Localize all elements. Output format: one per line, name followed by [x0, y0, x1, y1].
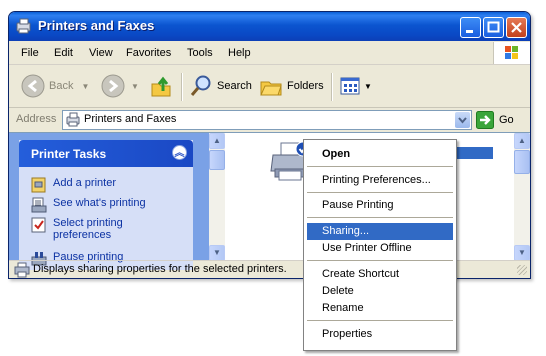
- maximize-button[interactable]: [483, 17, 504, 38]
- content-scrollbar[interactable]: ▲ ▼: [514, 133, 530, 261]
- folders-label: Folders: [287, 80, 324, 92]
- collapse-chevron-icon[interactable]: ︽: [172, 145, 187, 160]
- scroll-thumb[interactable]: [209, 150, 225, 170]
- task-add-printer[interactable]: Add a printer: [31, 177, 116, 193]
- up-folder-button[interactable]: [149, 73, 173, 99]
- task-pane: Printer Tasks ︽ Add a printer See what's…: [9, 133, 209, 270]
- menu-pause-printing[interactable]: Pause Printing: [307, 197, 453, 214]
- toolbar-separator: [331, 73, 333, 101]
- address-bar: Address Printers and Faxes Go: [9, 108, 530, 132]
- menu-create-shortcut[interactable]: Create Shortcut: [307, 266, 453, 283]
- menu-bar: File Edit View Favorites Tools Help: [9, 42, 530, 65]
- menu-sharing[interactable]: Sharing...: [307, 223, 453, 240]
- go-label: Go: [499, 114, 514, 126]
- context-menu: Open Printing Preferences... Pause Print…: [303, 139, 457, 351]
- search-icon: [190, 75, 211, 96]
- search-button[interactable]: Search: [189, 73, 252, 99]
- menu-help[interactable]: Help: [228, 47, 251, 59]
- minimize-icon: [466, 30, 473, 33]
- menu-tools[interactable]: Tools: [187, 47, 213, 59]
- forward-arrow-icon: [101, 74, 125, 98]
- window-title: Printers and Faxes: [38, 18, 155, 33]
- back-label: Back: [49, 80, 74, 92]
- go-arrow-icon: [476, 111, 494, 129]
- back-button[interactable]: Back ▼: [21, 73, 89, 99]
- up-folder-icon: [151, 76, 171, 97]
- preferences-checklist-icon: [31, 217, 46, 233]
- back-dropdown-icon[interactable]: ▼: [81, 82, 89, 91]
- printer-tasks-panel: Printer Tasks ︽ Add a printer See what's…: [19, 140, 193, 270]
- search-label: Search: [217, 80, 252, 92]
- close-button[interactable]: [506, 17, 527, 38]
- title-bar[interactable]: Printers and Faxes: [9, 12, 530, 41]
- printer-queue-icon: [31, 197, 47, 213]
- views-dropdown-icon: ▼: [364, 81, 372, 91]
- task-label: Add a printer: [53, 177, 116, 189]
- menu-file[interactable]: File: [21, 47, 39, 59]
- menu-delete[interactable]: Delete: [307, 283, 453, 300]
- resize-grip[interactable]: [517, 265, 527, 275]
- windows-logo: [493, 42, 530, 64]
- menu-separator: [307, 260, 453, 261]
- add-printer-icon: [31, 177, 46, 193]
- scroll-down-button[interactable]: ▼: [209, 245, 225, 261]
- menu-separator: [307, 166, 453, 167]
- chevron-down-icon: [458, 117, 467, 124]
- folders-icon: [260, 81, 282, 96]
- menu-separator: [307, 192, 453, 193]
- address-input[interactable]: Printers and Faxes: [62, 110, 472, 130]
- scroll-up-button[interactable]: ▲: [209, 133, 225, 149]
- menu-separator: [307, 320, 453, 321]
- menu-favorites[interactable]: Favorites: [126, 47, 171, 59]
- menu-rename[interactable]: Rename: [307, 300, 453, 317]
- go-button[interactable]: Go: [476, 111, 514, 129]
- printers-folder-icon: [66, 112, 80, 127]
- forward-button[interactable]: ▼: [101, 73, 139, 99]
- task-pane-scrollbar[interactable]: ▲ ▼: [209, 133, 225, 261]
- task-label: See what's printing: [53, 197, 146, 209]
- scroll-up-button[interactable]: ▲: [514, 133, 530, 149]
- task-see-printing[interactable]: See what's printing: [31, 197, 146, 213]
- menu-separator: [307, 217, 453, 218]
- folders-button[interactable]: Folders: [259, 73, 324, 99]
- printer-tasks-header[interactable]: Printer Tasks ︽: [19, 140, 193, 167]
- views-button[interactable]: ▼: [339, 73, 372, 99]
- close-icon: [511, 22, 522, 33]
- toolbar-separator: [181, 73, 183, 101]
- task-label: Select printing preferences: [53, 217, 123, 241]
- task-printing-preferences[interactable]: Select printing preferences: [31, 217, 151, 241]
- address-dropdown-button[interactable]: [455, 112, 470, 128]
- forward-dropdown-icon[interactable]: ▼: [131, 82, 139, 91]
- menu-use-printer-offline[interactable]: Use Printer Offline: [307, 240, 453, 257]
- scroll-thumb[interactable]: [514, 150, 530, 174]
- maximize-icon: [487, 21, 500, 33]
- menu-printing-preferences[interactable]: Printing Preferences...: [307, 172, 453, 189]
- windows-flag-icon: [505, 46, 518, 59]
- address-value: Printers and Faxes: [84, 113, 177, 125]
- printers-folder-icon: [16, 18, 31, 34]
- printer-tasks-title: Printer Tasks: [31, 147, 107, 161]
- printer-status-icon: [14, 262, 30, 278]
- views-icon: [340, 77, 360, 95]
- status-text: Displays sharing properties for the sele…: [33, 263, 287, 275]
- toolbar: Back ▼ ▼ Search Folders ▼: [9, 65, 530, 108]
- address-label: Address: [16, 113, 57, 125]
- menu-properties[interactable]: Properties: [307, 326, 453, 343]
- menu-view[interactable]: View: [89, 47, 113, 59]
- scroll-down-button[interactable]: ▼: [514, 245, 530, 261]
- menu-edit[interactable]: Edit: [54, 47, 73, 59]
- back-arrow-icon: [21, 74, 45, 98]
- menu-open[interactable]: Open: [307, 146, 453, 163]
- minimize-button[interactable]: [460, 17, 481, 38]
